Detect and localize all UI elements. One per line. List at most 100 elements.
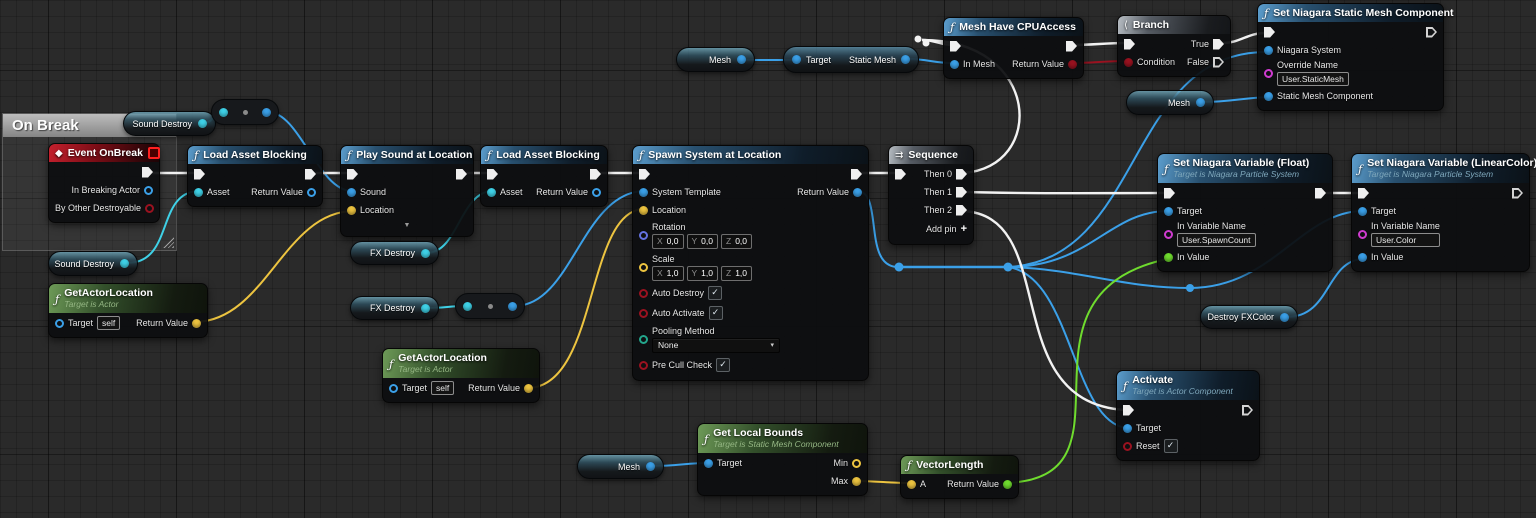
var-pill-destroy-fxcolor[interactable]: Destroy FXColor — [1200, 305, 1298, 329]
node-activate[interactable]: ƒ Activate Target is Actor Component Target… — [1116, 370, 1260, 461]
exec-pin[interactable] — [956, 186, 967, 198]
cyan-pin[interactable] — [463, 301, 472, 311]
checkbox[interactable]: ✓ — [1163, 439, 1178, 453]
cyan-pin[interactable] — [421, 248, 430, 258]
node-header[interactable]: ƒ Load Asset Blocking — [188, 146, 322, 164]
yellow-pin[interactable] — [347, 205, 356, 215]
cyan-pin[interactable] — [219, 107, 228, 117]
blue-pin[interactable] — [901, 55, 910, 64]
green-pin[interactable] — [1164, 252, 1173, 262]
conversion-node-2[interactable] — [455, 293, 525, 319]
yellow-pin[interactable] — [192, 318, 201, 328]
exec-pin[interactable] — [895, 168, 906, 180]
node-header[interactable]: ƒ Set Niagara Variable (LinearColor) Targe… — [1352, 154, 1536, 183]
yellow-pin[interactable] — [852, 476, 861, 486]
exec-pin[interactable] — [1213, 56, 1224, 68]
text-field[interactable]: self — [97, 316, 121, 330]
blue-pin[interactable] — [592, 187, 601, 197]
node-header[interactable]: ⟨ Branch — [1118, 16, 1230, 34]
exec-pin[interactable] — [1358, 187, 1369, 199]
blue-pin[interactable] — [389, 383, 398, 393]
blue-pin[interactable] — [307, 187, 316, 197]
checkbox[interactable]: ✓ — [716, 358, 731, 372]
node-header[interactable]: ƒ GetActorLocation Target is Actor — [49, 284, 207, 313]
exec-pin[interactable] — [590, 168, 601, 180]
exec-pin[interactable] — [1213, 38, 1224, 50]
yellow-pin[interactable] — [852, 458, 861, 468]
text-field[interactable]: User.StaticMesh — [1277, 72, 1349, 86]
node-header[interactable]: ƒ Set Niagara Static Mesh Component — [1258, 4, 1454, 22]
reroute-dot[interactable] — [922, 39, 930, 47]
node-get-local-bounds[interactable]: ƒ Get Local Bounds Target is Static Mesh C… — [697, 423, 868, 496]
node-event-onbreak[interactable]: ◆ Event OnBreak In Breaking Actor By Other … — [48, 143, 160, 223]
blue-pin[interactable] — [639, 187, 648, 197]
dropdown[interactable]: None ▾ — [652, 337, 780, 353]
add-pin-icon[interactable]: + — [961, 223, 967, 235]
vector-field[interactable]: Z 1,0 — [721, 265, 753, 281]
checkbox[interactable]: ✓ — [708, 286, 723, 300]
blue-pin[interactable] — [646, 462, 655, 471]
exec-pin[interactable] — [487, 168, 498, 180]
node-get-static-mesh[interactable]: Target Static Mesh — [783, 46, 919, 73]
exec-pin[interactable] — [142, 166, 153, 178]
exec-pin[interactable] — [1315, 187, 1326, 199]
var-pill-fx-destroy-1[interactable]: FX Destroy — [350, 241, 439, 265]
magenta-pin[interactable] — [1164, 229, 1173, 239]
reroute-dot[interactable] — [894, 262, 904, 272]
blue-pin[interactable] — [704, 458, 713, 468]
exec-pin[interactable] — [347, 168, 358, 180]
var-pill-mesh-3[interactable]: Mesh — [577, 454, 664, 479]
exec-pin[interactable] — [1512, 187, 1523, 199]
blue-pin[interactable] — [853, 187, 862, 197]
magenta-pin[interactable] — [1264, 68, 1273, 78]
reroute-dot[interactable] — [1186, 284, 1194, 292]
exec-pin[interactable] — [1242, 404, 1253, 416]
node-header[interactable]: ƒ VectorLength — [901, 456, 1018, 474]
node-mesh-have-cpuaccess[interactable]: ƒ Mesh Have CPUAccess In Mesh Return Value — [943, 17, 1084, 79]
node-getactorlocation-1[interactable]: ƒ GetActorLocation Target is Actor Target se… — [48, 283, 208, 338]
yellow-pin[interactable] — [639, 262, 648, 272]
var-pill-fx-destroy-2[interactable]: FX Destroy — [350, 296, 439, 320]
node-load-asset-blocking-1[interactable]: ƒ Load Asset Blocking Asset Return Value — [187, 145, 323, 207]
checkbox[interactable]: ✓ — [708, 306, 723, 320]
blueprint-canvas[interactable]: On Break Sound Destroy ◆ Event OnBreak In Br… — [0, 0, 1536, 518]
exec-pin[interactable] — [950, 40, 961, 52]
blue-pin[interactable] — [1358, 252, 1367, 262]
exec-pin[interactable] — [1066, 40, 1077, 52]
purple-pin[interactable] — [639, 230, 648, 240]
blue-pin[interactable] — [262, 107, 271, 117]
node-header[interactable]: ƒ Mesh Have CPUAccess — [944, 18, 1083, 36]
teal-pin[interactable] — [639, 334, 648, 344]
node-vectorlength[interactable]: ƒ VectorLength A Return Value — [900, 455, 1019, 499]
var-pill-mesh-1[interactable]: Mesh — [676, 47, 755, 72]
reroute-dot[interactable] — [914, 35, 922, 43]
yellow-pin[interactable] — [907, 479, 916, 489]
node-header[interactable]: ⇉ Sequence — [889, 146, 973, 164]
node-header[interactable]: ƒ Get Local Bounds Target is Static Mesh C… — [698, 424, 867, 453]
cyan-pin[interactable] — [194, 187, 203, 197]
blue-pin[interactable] — [1280, 312, 1289, 322]
exec-pin[interactable] — [956, 204, 967, 216]
exec-pin[interactable] — [456, 168, 467, 180]
node-header[interactable]: ƒ Spawn System at Location — [633, 146, 868, 164]
var-pill-sound-destroy-1[interactable]: Sound Destroy — [123, 111, 216, 136]
node-header[interactable]: ƒ Set Niagara Variable (Float) Target is N… — [1158, 154, 1332, 183]
exec-pin[interactable] — [1426, 26, 1437, 38]
blue-pin[interactable] — [1264, 91, 1273, 101]
node-header[interactable]: ƒ Load Asset Blocking — [481, 146, 607, 164]
vector-field[interactable]: Y 1,0 — [686, 265, 718, 281]
exec-pin[interactable] — [851, 168, 862, 180]
exec-pin[interactable] — [1164, 187, 1175, 199]
vector-field[interactable]: Y 0,0 — [686, 233, 718, 249]
blue-pin[interactable] — [1358, 206, 1367, 216]
node-header[interactable]: ƒ GetActorLocation Target is Actor — [383, 349, 539, 378]
blue-pin[interactable] — [1264, 45, 1273, 55]
node-set-niagara-variable-linearcolor[interactable]: ƒ Set Niagara Variable (LinearColor) Targe… — [1351, 153, 1536, 272]
node-branch[interactable]: ⟨ Branch True Condition False — [1117, 15, 1231, 77]
vector-field[interactable]: X 1,0 — [652, 265, 684, 281]
cyan-pin[interactable] — [421, 303, 430, 313]
blue-pin[interactable] — [1164, 206, 1173, 216]
red-pin[interactable] — [639, 308, 648, 318]
var-pill-mesh-2[interactable]: Mesh — [1126, 90, 1214, 115]
node-sequence[interactable]: ⇉ Sequence Then 0 Then 1 Then 2 Add pin + — [888, 145, 974, 245]
